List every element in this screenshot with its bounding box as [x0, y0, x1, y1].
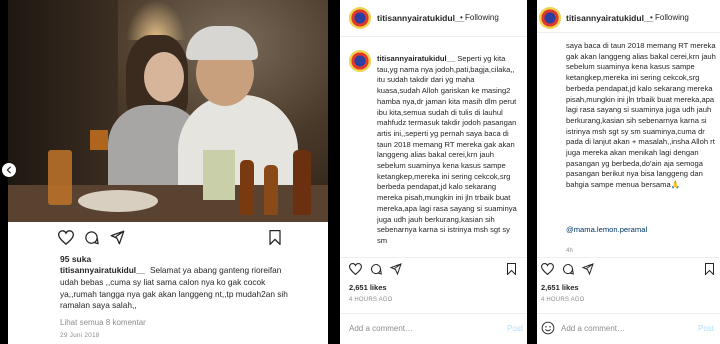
action-bar	[58, 230, 288, 250]
divider	[537, 257, 720, 258]
smile-icon[interactable]	[541, 321, 555, 335]
heart-icon[interactable]	[58, 230, 74, 245]
comment-input[interactable]: Add a comment…	[561, 324, 625, 333]
action-bar	[541, 263, 716, 283]
divider	[340, 36, 527, 37]
prev-arrow-button[interactable]	[2, 163, 16, 177]
divider	[340, 313, 527, 314]
caption-body: saya baca di taun 2018 memang RT mereka …	[566, 41, 716, 191]
chevron-left-icon	[6, 166, 12, 174]
share-icon[interactable]	[582, 263, 594, 275]
following-text: Following	[655, 13, 689, 22]
caption-username[interactable]: titisannyairatukidul__	[377, 54, 455, 63]
divider	[537, 32, 720, 33]
likes-count[interactable]: 2,651 likes	[349, 283, 387, 292]
action-bar	[349, 263, 519, 283]
caption: titisannyairatukidul__ Selamat ya abang …	[60, 265, 300, 312]
comment-icon[interactable]	[84, 230, 99, 245]
comment-input[interactable]: Add a comment…	[349, 324, 413, 333]
share-icon[interactable]	[390, 263, 402, 275]
mention-line: @mama.lemon.peramal	[566, 225, 716, 236]
gutter-right	[527, 0, 537, 344]
heart-icon[interactable]	[541, 263, 554, 275]
avatar[interactable]	[349, 7, 371, 29]
comment-icon[interactable]	[562, 263, 574, 275]
post-button[interactable]: Post	[698, 324, 714, 333]
view-all-comments[interactable]: Lihat semua 8 komentar	[60, 318, 146, 327]
header-username[interactable]: titisannyairatukidul__	[566, 13, 653, 23]
post-panel-caption-1: titisannyairatukidul__ • Following titis…	[340, 0, 527, 344]
mention-link[interactable]: @mama.lemon.peramal	[566, 225, 647, 234]
comment-icon[interactable]	[370, 263, 382, 275]
bookmark-icon[interactable]	[268, 230, 282, 245]
post-panel-caption-2: titisannyairatukidul__ • Following saya …	[537, 0, 720, 344]
following-label[interactable]: • Following	[460, 13, 499, 22]
caption-body: titisannyairatukidul__ Seperti yg kita t…	[377, 54, 519, 254]
likes-count[interactable]: 2,651 likes	[541, 283, 579, 292]
reply-time: 4h	[566, 248, 574, 254]
pray-emoji: 🙏	[670, 180, 681, 190]
following-text: Following	[465, 13, 499, 22]
post-photo[interactable]	[8, 0, 328, 222]
post-button[interactable]: Post	[507, 324, 523, 333]
caption-text: saya baca di taun 2018 memang RT mereka …	[566, 41, 716, 190]
bookmark-icon[interactable]	[506, 263, 517, 275]
header-username[interactable]: titisannyairatukidul__	[377, 13, 464, 23]
post-time: 4 HOURS AGO	[349, 297, 393, 303]
likes-count[interactable]: 95 suka	[60, 254, 91, 264]
caption-text: Seperti yg kita tau,yg nama nya jodoh,pa…	[377, 54, 517, 245]
heart-icon[interactable]	[349, 263, 362, 275]
share-icon[interactable]	[110, 230, 125, 245]
bookmark-icon[interactable]	[704, 263, 715, 275]
following-label[interactable]: • Following	[650, 13, 689, 22]
caption-avatar[interactable]	[349, 50, 371, 72]
post-date: 29 Juni 2018	[60, 332, 100, 339]
gutter-middle	[328, 0, 340, 344]
avatar[interactable]	[539, 7, 561, 29]
post-panel-photo: 95 suka titisannyairatukidul__ Selamat y…	[8, 0, 328, 344]
post-time: 4 HOURS AGO	[541, 297, 585, 303]
caption-username[interactable]: titisannyairatukidul__	[60, 265, 145, 275]
divider	[340, 257, 527, 258]
divider	[537, 313, 720, 314]
